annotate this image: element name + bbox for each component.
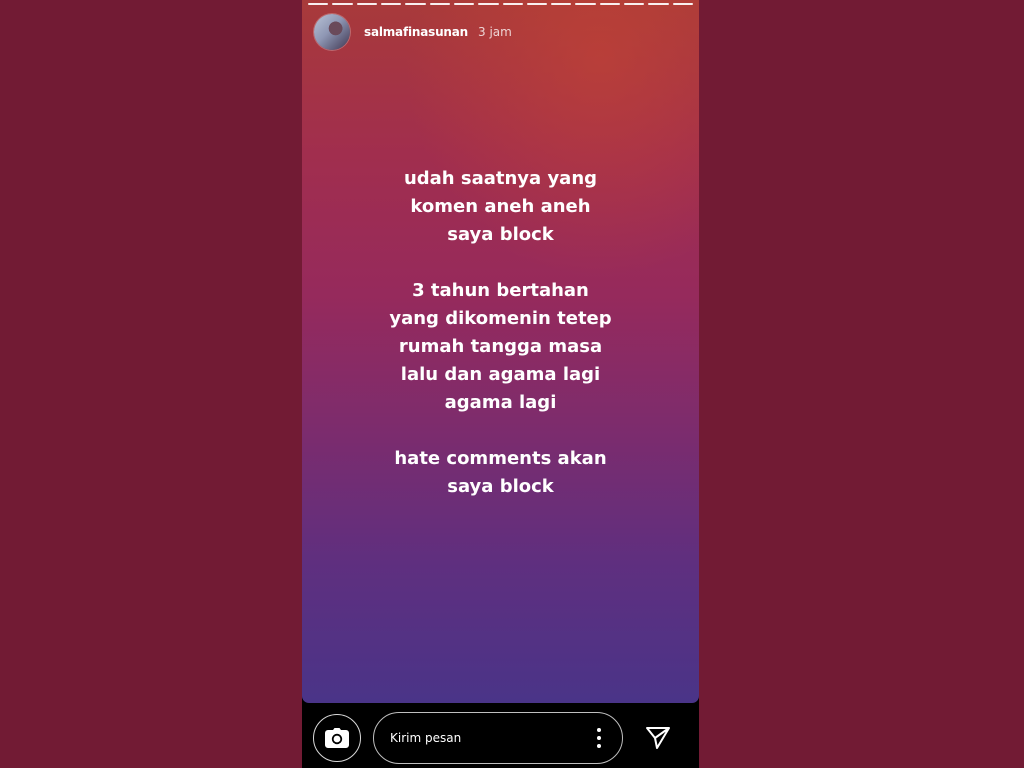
username[interactable]: salmafinasunan xyxy=(364,25,468,39)
story-text-line: saya block xyxy=(447,224,554,245)
progress-segment xyxy=(453,3,475,5)
progress-segment xyxy=(672,3,693,5)
story-text-line: saya block xyxy=(447,476,554,497)
story-header: salmafinasunan 3 jam xyxy=(314,13,512,51)
avatar[interactable] xyxy=(314,14,350,50)
story-text-line: udah saatnya yang xyxy=(403,168,598,189)
progress-segment xyxy=(599,3,621,5)
story-text-line: lalu dan agama lagi xyxy=(400,364,601,385)
camera-icon xyxy=(325,728,349,748)
more-vertical-icon[interactable] xyxy=(596,728,602,748)
progress-segment xyxy=(624,3,645,5)
progress-segment xyxy=(502,3,523,5)
story-paragraph: udah saatnya yang komen aneh aneh saya blo… xyxy=(302,165,699,249)
progress-segment xyxy=(405,3,426,5)
message-placeholder: Kirim pesan xyxy=(390,731,462,745)
story-text-line: hate comments akan xyxy=(394,448,607,469)
story-viewer: salmafinasunan 3 jam udah saatnya yang ko… xyxy=(302,0,699,768)
timestamp: 3 jam xyxy=(478,25,512,39)
progress-segment xyxy=(648,3,669,5)
message-input[interactable]: Kirim pesan xyxy=(373,712,623,764)
reply-bar: Kirim pesan xyxy=(302,703,699,768)
send-button[interactable] xyxy=(642,723,674,753)
progress-segment xyxy=(332,3,353,5)
progress-segment xyxy=(551,3,572,5)
story-text-line: rumah tangga masa xyxy=(398,336,603,357)
progress-segment xyxy=(380,3,402,5)
story-paragraph: hate comments akan saya block xyxy=(302,445,699,501)
story-text: udah saatnya yang komen aneh aneh saya blo… xyxy=(302,165,699,529)
story-progress-bar xyxy=(308,3,693,5)
story-text-line: agama lagi xyxy=(444,392,557,413)
story-text-line: yang dikomenin tetep xyxy=(389,308,612,329)
story-text-line: 3 tahun bertahan xyxy=(412,280,589,301)
story-paragraph: 3 tahun bertahan yang dikomenin tetep ruma… xyxy=(302,277,699,417)
progress-segment xyxy=(478,3,499,5)
progress-segment xyxy=(356,3,377,5)
progress-segment xyxy=(429,3,450,5)
progress-segment xyxy=(575,3,596,5)
progress-segment xyxy=(526,3,548,5)
story-text-line: komen aneh aneh xyxy=(410,196,591,217)
camera-button[interactable] xyxy=(313,714,361,762)
send-icon xyxy=(646,727,670,749)
progress-segment xyxy=(308,3,329,5)
